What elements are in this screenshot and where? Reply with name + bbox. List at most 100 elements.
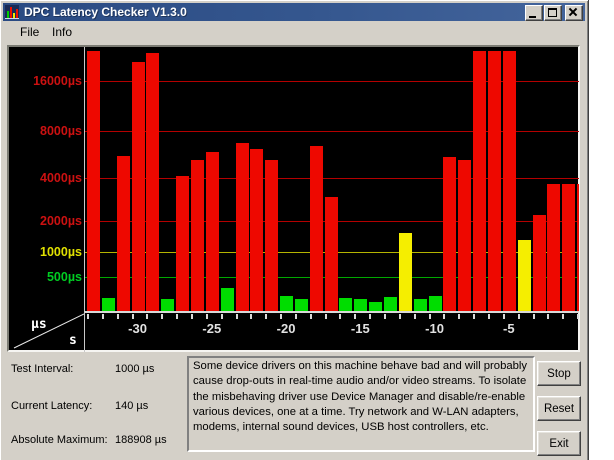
x-tick bbox=[413, 314, 416, 319]
x-tick bbox=[205, 314, 208, 319]
x-tick bbox=[87, 314, 89, 319]
x-tick bbox=[458, 314, 461, 319]
x-tick bbox=[161, 314, 164, 319]
latency-bar bbox=[354, 298, 368, 311]
latency-bar bbox=[176, 175, 190, 311]
x-tick bbox=[280, 314, 283, 319]
latency-bar bbox=[324, 197, 338, 311]
latency-bar bbox=[294, 298, 308, 311]
plot-area bbox=[84, 47, 579, 311]
latency-bar bbox=[398, 233, 412, 311]
x-axis-label: -10 bbox=[425, 321, 444, 336]
driver-advice-text: Some device drivers on this machine beha… bbox=[187, 356, 535, 452]
absolute-maximum-value: 188908 µs bbox=[115, 434, 167, 446]
latency-bar bbox=[161, 298, 175, 311]
latency-bar bbox=[87, 51, 100, 311]
latency-bar bbox=[532, 214, 546, 311]
x-tick bbox=[517, 314, 520, 319]
test-interval-label: Test Interval: bbox=[11, 363, 74, 375]
x-tick bbox=[384, 314, 386, 319]
y-axis-label: 8000µs bbox=[40, 124, 82, 138]
x-tick bbox=[443, 314, 446, 319]
x-tick bbox=[265, 314, 268, 319]
y-axis-label: 4000µs bbox=[40, 171, 82, 185]
minimize-button[interactable] bbox=[525, 5, 543, 21]
test-interval-value: 1000 µs bbox=[115, 363, 155, 375]
latency-bar bbox=[502, 51, 516, 311]
menu-file[interactable]: File bbox=[17, 24, 42, 40]
app-window: DPC Latency Checker V1.3.0 File Info 160… bbox=[0, 0, 589, 460]
latency-bar bbox=[458, 160, 472, 311]
x-tick bbox=[354, 314, 357, 319]
x-tick bbox=[309, 314, 312, 319]
latency-bar bbox=[413, 298, 427, 311]
absolute-maximum-label: Absolute Maximum: bbox=[11, 434, 108, 446]
current-latency-value: 140 µs bbox=[115, 400, 149, 412]
x-tick bbox=[398, 314, 401, 319]
x-tick bbox=[101, 314, 104, 319]
latency-bar bbox=[339, 298, 353, 311]
latency-bar bbox=[205, 152, 219, 311]
latency-bar bbox=[487, 51, 501, 311]
x-tick bbox=[116, 314, 119, 319]
x-axis-label: -30 bbox=[128, 321, 147, 336]
latency-bar bbox=[428, 296, 442, 311]
reset-button[interactable]: Reset bbox=[537, 396, 581, 421]
latency-chart: 16000µs 8000µs 4000µs 2000µs 1000µs 500µs -30… bbox=[7, 45, 580, 352]
unit-seconds-label: s bbox=[69, 333, 77, 348]
latency-bar bbox=[562, 184, 576, 311]
latency-bar bbox=[265, 160, 279, 311]
menu-info[interactable]: Info bbox=[49, 24, 75, 40]
latency-bar bbox=[309, 146, 323, 311]
latency-bar bbox=[517, 239, 531, 311]
latency-bar bbox=[131, 62, 145, 311]
y-axis-labels: 16000µs 8000µs 4000µs 2000µs 1000µs 500µs bbox=[9, 47, 82, 311]
x-tick bbox=[502, 314, 505, 319]
y-axis-label: 1000µs bbox=[40, 245, 82, 259]
window-title: DPC Latency Checker V1.3.0 bbox=[24, 5, 187, 19]
menu-bar: File Info bbox=[3, 21, 585, 40]
x-tick bbox=[176, 314, 179, 319]
x-axis-label: -25 bbox=[202, 321, 222, 336]
latency-bar bbox=[384, 296, 397, 311]
latency-bar bbox=[369, 302, 383, 311]
x-tick bbox=[235, 314, 238, 319]
app-icon bbox=[5, 5, 19, 19]
y-axis-label: 2000µs bbox=[40, 214, 82, 228]
current-latency-label: Current Latency: bbox=[11, 400, 93, 412]
x-tick bbox=[250, 314, 253, 319]
exit-button[interactable]: Exit bbox=[537, 431, 581, 456]
maximize-icon bbox=[548, 8, 557, 17]
latency-bar bbox=[146, 52, 160, 311]
x-tick bbox=[532, 314, 535, 319]
x-tick bbox=[339, 314, 342, 319]
x-tick bbox=[294, 314, 297, 319]
stop-button[interactable]: Stop bbox=[537, 361, 581, 386]
latency-bar bbox=[547, 184, 561, 311]
x-tick bbox=[547, 314, 550, 319]
x-tick bbox=[487, 314, 490, 319]
x-tick bbox=[473, 314, 476, 319]
x-tick bbox=[324, 314, 327, 319]
minimize-icon bbox=[529, 16, 536, 18]
title-bar[interactable]: DPC Latency Checker V1.3.0 bbox=[3, 3, 585, 21]
y-axis-label: 16000µs bbox=[33, 74, 82, 88]
latency-bar bbox=[190, 160, 204, 311]
x-tick bbox=[190, 314, 193, 319]
axis-units-corner: µs s bbox=[9, 313, 85, 350]
x-tick bbox=[369, 314, 372, 319]
x-tick bbox=[131, 314, 134, 319]
unit-microseconds-label: µs bbox=[31, 317, 47, 332]
x-axis-label: -20 bbox=[276, 321, 296, 336]
latency-bar bbox=[220, 288, 234, 311]
latency-bar bbox=[577, 184, 579, 311]
x-axis: -30 -25 -20 -15 -10 -5 bbox=[84, 311, 579, 352]
desktop: { "window": { "title": "DPC Latency Chec… bbox=[0, 0, 614, 460]
x-tick bbox=[220, 314, 223, 319]
latency-bar bbox=[443, 156, 457, 311]
latency-bar bbox=[473, 51, 487, 311]
latency-bar bbox=[250, 148, 264, 311]
maximize-button[interactable] bbox=[544, 5, 562, 21]
latency-bar bbox=[101, 298, 115, 311]
close-button[interactable] bbox=[565, 5, 583, 21]
